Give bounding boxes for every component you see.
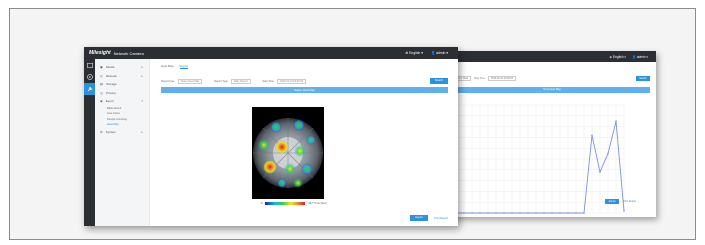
search-button[interactable]: Search <box>430 78 448 84</box>
back-export-button[interactable]: Export <box>605 199 620 204</box>
data-point <box>479 212 481 214</box>
data-point <box>519 212 521 214</box>
chevron-right-icon: ▸ <box>141 73 143 78</box>
top-bar: Milesight Network Camera ⊕ English ▾ 👤 a… <box>84 47 458 59</box>
data-point <box>487 212 489 214</box>
screenshot-frame: ⊕ English ▾ 👤 admin ▾ Time Heat Start Ti… <box>9 8 696 240</box>
start-time-input[interactable]: 2020-01-01 00:00:00 <box>276 78 307 84</box>
data-point <box>471 212 473 214</box>
menu-item-privacy[interactable]: ◫ Privacy <box>95 89 149 98</box>
data-point <box>607 152 609 155</box>
heat-map-image <box>252 107 324 199</box>
menu-item-label: System <box>105 129 117 134</box>
menu-item-system[interactable]: ⚙ System ▸ <box>95 128 149 137</box>
back-start-time-label: Start Time <box>473 76 485 80</box>
data-point <box>535 212 537 214</box>
privacy-icon: ◫ <box>100 90 103 95</box>
brand-logo: Milesight <box>89 50 111 56</box>
event-icon: ◉ <box>100 99 103 104</box>
space-heat-map-window: Milesight Network Camera ⊕ English ▾ 👤 a… <box>84 47 458 226</box>
data-point <box>575 212 577 214</box>
footer-buttons: Export Print Report <box>410 215 448 221</box>
brand-subtitle: Network Camera <box>113 50 144 56</box>
back-start-time-input[interactable]: 2020-01-01 00:00:00 <box>487 75 517 81</box>
media-icon: ▣ <box>100 65 103 70</box>
settings-icon[interactable] <box>84 83 95 95</box>
data-point <box>527 212 529 214</box>
section-title: Space Heat Map <box>161 87 448 93</box>
menu-item-label: Event <box>105 99 114 104</box>
data-point <box>511 212 513 214</box>
start-time-label: Start Time <box>262 79 274 83</box>
print-report-link[interactable]: Print Report <box>434 217 448 220</box>
user-menu[interactable]: 👤 admin ▾ <box>431 51 448 55</box>
menu-item-media[interactable]: ▣ Media ▸ <box>95 63 149 72</box>
data-point <box>463 212 465 214</box>
menu-item-storage[interactable]: ▤ Storage <box>95 80 149 89</box>
back-top-bar: ⊕ English ▾ 👤 admin ▾ <box>446 51 656 62</box>
legend-gradient <box>265 202 306 205</box>
time-heat-map-window: ⊕ English ▾ 👤 admin ▾ Time Heat Start Ti… <box>446 51 656 217</box>
data-point <box>495 212 497 214</box>
data-point <box>591 134 593 137</box>
tab-heat-map[interactable]: Heat Map <box>161 64 174 69</box>
settings-menu: ▣ Media ▸ ◎ Network ▸ ▤ Storage ◫ Privac… <box>95 59 150 226</box>
network-icon: ◎ <box>100 73 103 78</box>
data-point <box>559 212 561 214</box>
top-bar-right: ⊕ English ▾ 👤 admin ▾ <box>405 51 458 55</box>
back-filter-row: Time Heat Start Time 2020-01-01 00:00:00… <box>454 75 650 81</box>
tab-bar: Heat Map Report <box>161 64 189 69</box>
report-type-select[interactable]: Space Heat Map <box>177 78 203 84</box>
menu-item-label: Network <box>105 73 118 78</box>
data-point <box>551 212 553 214</box>
legend-min-label: 0 <box>261 202 263 205</box>
tab-report[interactable]: Report <box>179 64 189 69</box>
heat-legend: 0 39.7 Time (Sec) <box>261 202 327 205</box>
chevron-right-icon: ▸ <box>141 129 143 134</box>
data-point <box>567 212 569 214</box>
menu-item-label: Storage <box>105 82 117 87</box>
language-selector[interactable]: ⊕ English ▾ <box>405 51 423 55</box>
data-point <box>503 212 505 214</box>
storage-icon: ▤ <box>100 82 103 87</box>
series-line <box>456 121 625 214</box>
menu-item-event[interactable]: ◉ Event ▾ <box>95 97 149 106</box>
playback-icon[interactable] <box>84 71 95 83</box>
data-point <box>623 210 625 212</box>
data-point <box>543 212 545 214</box>
live-view-icon[interactable] <box>84 59 95 71</box>
back-search-button[interactable]: Search <box>636 75 650 81</box>
menu-item-label: Privacy <box>105 90 117 95</box>
system-icon: ⚙ <box>100 129 103 134</box>
main-content: Heat Map Report Report Type Space Heat M… <box>151 59 458 226</box>
legend-max-label: 39.7 Time (Sec) <box>308 202 327 205</box>
chevron-down-icon: ▾ <box>141 99 143 104</box>
menu-item-network[interactable]: ◎ Network ▸ <box>95 72 149 81</box>
data-point <box>583 212 585 214</box>
report-period-label: Report Type <box>214 79 228 83</box>
filter-row: Report Type Space Heat Map Report Type D… <box>161 78 448 84</box>
back-print-report-link[interactable]: Print Report <box>623 200 636 203</box>
back-user-menu[interactable]: 👤 admin ▾ <box>632 55 648 59</box>
data-point <box>599 171 601 173</box>
menu-item-label: Media <box>105 65 115 70</box>
back-footer-buttons: Export Print Report <box>605 199 636 204</box>
report-period-select[interactable]: Daily Report <box>230 78 251 84</box>
export-button[interactable]: Export <box>410 215 429 221</box>
back-language-selector[interactable]: ⊕ English ▾ <box>609 55 626 59</box>
back-section-title: Time Heat Map <box>454 87 650 93</box>
data-point <box>615 120 617 122</box>
chevron-right-icon: ▸ <box>141 65 143 70</box>
fisheye-heat-map <box>253 118 323 188</box>
report-type-label: Report Type <box>161 79 175 83</box>
icon-sidebar <box>84 59 95 226</box>
